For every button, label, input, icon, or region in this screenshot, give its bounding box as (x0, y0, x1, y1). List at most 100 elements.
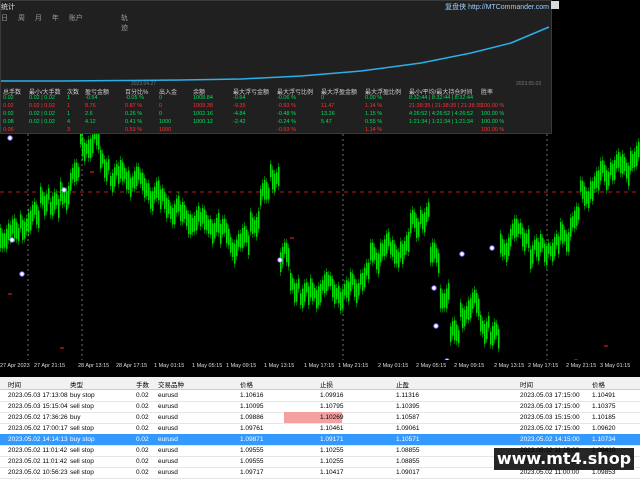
period-menu: 日 周 月 年 账户 轨迹 (1, 13, 128, 32)
candle-body (464, 309, 466, 327)
candle-body (574, 210, 576, 229)
candle-body (490, 331, 492, 345)
candle-body (60, 181, 62, 202)
stats-cell: 8.76 (85, 103, 96, 109)
candle-body (424, 212, 426, 233)
candle-body (372, 242, 374, 263)
candle-body (408, 232, 410, 253)
candle-body (442, 293, 444, 309)
candle-body (116, 164, 118, 176)
table-cell: 2023.05.03 15:15:04 (8, 403, 68, 410)
x-tick-label: 1 May 13:15 (264, 363, 295, 369)
stats-cell: 0.41 % (125, 119, 143, 125)
table-col-header[interactable]: 价格 (592, 379, 605, 389)
candle-body (246, 229, 248, 243)
order-marker[interactable] (433, 323, 439, 329)
candle-body (582, 181, 584, 199)
table-cell: 1.09555 (240, 458, 264, 465)
candle-body (94, 134, 96, 140)
table-cell: 2023.05.03 15:15:00 (520, 414, 580, 421)
order-marker[interactable] (61, 187, 67, 193)
price-chart[interactable] (0, 134, 640, 360)
menu-account[interactable]: 账户 (69, 15, 83, 22)
order-marker[interactable] (277, 257, 283, 263)
candle-body (494, 322, 496, 340)
table-col-header[interactable]: 类型 (70, 379, 83, 389)
candle-body (306, 282, 308, 293)
stats-cell: 1000.12 (193, 119, 213, 125)
table-col-header[interactable]: 交易品种 (158, 379, 184, 389)
candle-body (172, 207, 174, 225)
panel-link[interactable]: 复盘侠 http://MTCommander.com (445, 2, 549, 12)
candle-body (304, 283, 306, 302)
candle-body (200, 212, 202, 227)
menu-day[interactable]: 日 (1, 15, 8, 22)
table-cell: 1.10095 (240, 403, 264, 410)
candle-body (492, 325, 494, 346)
candle-body (350, 272, 352, 292)
candle-body (472, 292, 474, 309)
candle-body (452, 321, 454, 336)
candle-body (590, 181, 592, 199)
order-marker[interactable] (9, 237, 15, 243)
candle-body (170, 206, 172, 219)
table-col-header[interactable]: 时间 (520, 379, 533, 389)
candle-body (264, 180, 266, 200)
candle-body (330, 276, 332, 287)
stats-cell: 0 (321, 95, 325, 101)
candle-body (124, 167, 126, 180)
table-cell: 1.10375 (592, 403, 616, 410)
candle-body (8, 223, 10, 240)
table-cell: 1.09171 (320, 436, 344, 443)
candle-body (616, 154, 618, 169)
table-cell: 1.10571 (396, 436, 420, 443)
menu-month[interactable]: 月 (35, 15, 42, 22)
time-axis: 27 Apr 2023 27 Apr 21:15 28 Apr 13:15 28 Ap… (0, 360, 640, 374)
candle-body (300, 293, 302, 305)
order-marker[interactable] (489, 245, 495, 251)
candle-body (278, 166, 280, 187)
table-col-header[interactable]: 手数 (136, 379, 149, 389)
candle-body (224, 218, 226, 233)
candle-body (630, 150, 632, 171)
candle-body (178, 196, 180, 212)
table-col-header[interactable]: 价格 (240, 379, 253, 389)
menu-year[interactable]: 年 (52, 15, 59, 22)
table-cell: eurusd (158, 469, 178, 476)
candle-body (130, 177, 132, 197)
candle-body (600, 161, 602, 181)
table-cell: 1.10255 (320, 458, 344, 465)
table-cell: 1.10185 (592, 414, 616, 421)
candle-body (298, 278, 300, 289)
order-marker[interactable] (19, 271, 25, 277)
stats-panel: 统计 复盘侠 http://MTCommander.com 日 周 月 年 账户… (0, 0, 559, 134)
order-marker[interactable] (459, 251, 465, 257)
candle-body (556, 234, 558, 246)
stats-cell: -0.06 % (277, 95, 296, 101)
candle-body (320, 283, 322, 303)
candle-body (538, 241, 540, 261)
candle-body (220, 223, 222, 244)
candle-body (112, 173, 114, 192)
table-col-header[interactable]: 止损 (320, 379, 333, 389)
candle-body (420, 209, 422, 224)
candle-body (568, 232, 570, 252)
candle-body (576, 206, 578, 226)
table-cell: 2023.05.02 11:01:42 (8, 447, 68, 454)
candle-body (374, 247, 376, 261)
candle-body (578, 207, 580, 220)
close-icon[interactable] (551, 1, 559, 9)
order-marker[interactable] (7, 135, 13, 141)
candle-body (296, 283, 298, 302)
table-col-header[interactable]: 时间 (8, 379, 21, 389)
stats-cell: 1.15 % (365, 111, 383, 117)
candle-body (54, 192, 56, 210)
candle-body (254, 219, 256, 233)
equity-date-end: 2023.05.03 (516, 81, 542, 87)
menu-week[interactable]: 周 (18, 15, 25, 22)
table-col-header[interactable]: 止盈 (396, 379, 409, 389)
candle-body (486, 321, 488, 340)
order-marker[interactable] (431, 285, 437, 291)
candle-body (56, 193, 58, 205)
x-tick-label: 2 May 05:15 (416, 363, 447, 369)
